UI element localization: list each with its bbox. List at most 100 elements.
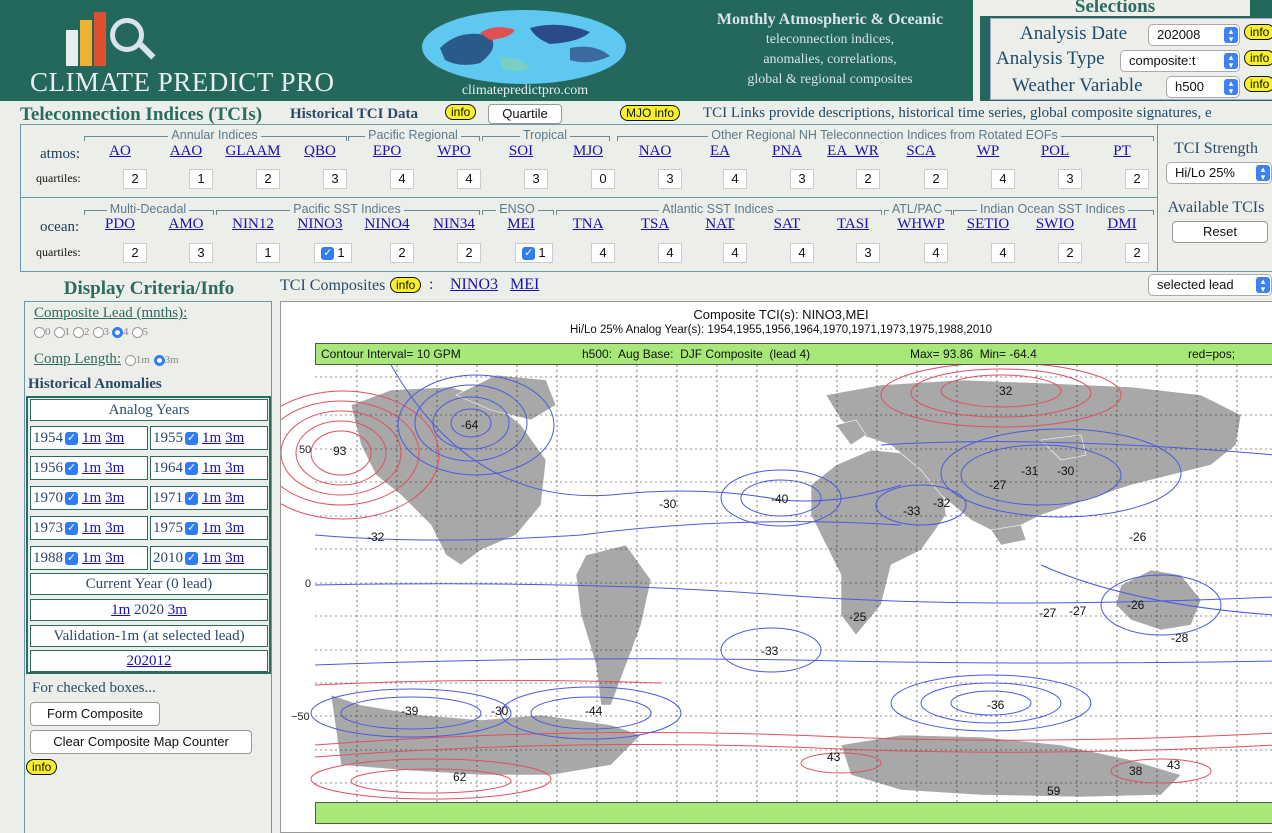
form-composite-button[interactable]: Form Composite xyxy=(30,702,160,726)
lead-radio-5[interactable]: 5 xyxy=(131,326,148,338)
atmos-index-soi[interactable]: SOI xyxy=(491,143,551,160)
ocean-quartile-mei[interactable]: ✓ 1 xyxy=(515,243,553,263)
analog-checkbox-icon[interactable]: ✓ xyxy=(65,552,78,566)
analog-1m-link[interactable]: 1m xyxy=(82,520,101,536)
checkbox-icon[interactable]: ✓ xyxy=(522,247,536,261)
atmos-index-nao[interactable]: NAO xyxy=(625,143,685,160)
atmos-index-pna[interactable]: PNA xyxy=(757,143,817,160)
weather-variable-select[interactable]: h500 ▴ ▾ xyxy=(1166,76,1240,98)
analog-checkbox-icon[interactable]: ✓ xyxy=(65,432,78,446)
composites-info-button[interactable]: info xyxy=(390,277,422,293)
atmos-index-wpo[interactable]: WPO xyxy=(424,143,484,160)
ocean-quartile-nino3[interactable]: ✓ 1 xyxy=(314,243,352,263)
analog-3m-link[interactable]: 3m xyxy=(105,490,124,506)
analog-1m-link[interactable]: 1m xyxy=(202,490,221,506)
weather-variable-info[interactable]: info xyxy=(1244,76,1272,92)
lead-select[interactable]: selected lead ▴ ▾ xyxy=(1148,274,1272,296)
lead-radio-2[interactable]: 2 xyxy=(73,326,90,338)
analog-year-1970: 1970 ✓ 1m 3m xyxy=(30,486,148,510)
ocean-index-tsa[interactable]: TSA xyxy=(625,216,685,233)
ocean-index-nino4[interactable]: NINO4 xyxy=(357,216,417,233)
atmos-index-ao[interactable]: AO xyxy=(90,143,150,160)
atmos-index-pt[interactable]: PT xyxy=(1092,143,1152,160)
analog-1m-link[interactable]: 1m xyxy=(202,460,221,476)
analog-checkbox-icon[interactable]: ✓ xyxy=(65,462,78,476)
analog-3m-link[interactable]: 3m xyxy=(105,430,124,446)
atmos-index-wp[interactable]: WP xyxy=(958,143,1018,160)
analog-1m-link[interactable]: 1m xyxy=(202,550,221,566)
analog-checkbox-icon[interactable]: ✓ xyxy=(185,522,198,536)
lead-radio-1[interactable]: 1 xyxy=(53,326,70,338)
ocean-index-tna[interactable]: TNA xyxy=(558,216,618,233)
ocean-quartile-amo: 3 xyxy=(189,243,213,263)
historical-anomalies-title: Historical Anomalies xyxy=(28,376,162,392)
analog-checkbox-icon[interactable]: ✓ xyxy=(185,552,198,566)
mjo-info-button[interactable]: MJO info xyxy=(620,105,681,121)
composite-link-mei[interactable]: MEI xyxy=(510,276,539,294)
quartile-button[interactable]: Quartile xyxy=(488,104,562,124)
display-info-button[interactable]: info xyxy=(26,759,58,775)
analysis-type-select[interactable]: composite:t ▴ ▾ xyxy=(1120,50,1240,72)
ocean-index-swio[interactable]: SWIO xyxy=(1025,216,1085,233)
analog-1m-link[interactable]: 1m xyxy=(82,430,101,446)
atmos-index-ea[interactable]: EA xyxy=(690,143,750,160)
atmos-index-mjo[interactable]: MJO xyxy=(558,143,618,160)
analog-1m-link[interactable]: 1m xyxy=(202,430,221,446)
atmos-index-ea_wr[interactable]: EA_WR xyxy=(823,143,883,160)
ocean-index-nat[interactable]: NAT xyxy=(690,216,750,233)
analog-1m-link[interactable]: 1m xyxy=(82,460,101,476)
tci-strength-select[interactable]: Hi/Lo 25% ▴ ▾ xyxy=(1166,162,1272,184)
atmos-index-pol[interactable]: POL xyxy=(1025,143,1085,160)
current-3m-link[interactable]: 3m xyxy=(168,602,187,618)
atmos-index-epo[interactable]: EPO xyxy=(357,143,417,160)
atmos-index-qbo[interactable]: QBO xyxy=(290,143,350,160)
ocean-index-setio[interactable]: SETIO xyxy=(958,216,1018,233)
reset-button[interactable]: Reset xyxy=(1172,221,1268,243)
analog-1m-link[interactable]: 1m xyxy=(82,550,101,566)
analog-checkbox-icon[interactable]: ✓ xyxy=(185,432,198,446)
analog-3m-link[interactable]: 3m xyxy=(225,430,244,446)
lead-radio-0[interactable]: 0 xyxy=(34,326,51,338)
analog-checkbox-icon[interactable]: ✓ xyxy=(65,492,78,506)
analog-checkbox-icon[interactable]: ✓ xyxy=(185,492,198,506)
ocean-index-nino3[interactable]: NINO3 xyxy=(290,216,350,233)
historical-tci-info[interactable]: info xyxy=(445,104,477,120)
validation-link[interactable]: 202012 xyxy=(127,653,172,669)
comp-radio-1m[interactable]: 1m xyxy=(124,354,150,366)
ocean-index-pdo[interactable]: PDO xyxy=(90,216,150,233)
comp-radio-3m[interactable]: 3m xyxy=(153,354,179,366)
analysis-type-info[interactable]: info xyxy=(1244,50,1272,66)
composite-link-nino3[interactable]: NINO3 xyxy=(450,276,498,294)
ocean-index-tasi[interactable]: TASI xyxy=(823,216,883,233)
analog-3m-link[interactable]: 3m xyxy=(225,460,244,476)
analog-checkbox-icon[interactable]: ✓ xyxy=(65,522,78,536)
composite-lead-label[interactable]: Composite Lead (mnths): xyxy=(34,305,187,322)
analog-1m-link[interactable]: 1m xyxy=(82,490,101,506)
atmos-index-aao[interactable]: AAO xyxy=(156,143,216,160)
analysis-date-select[interactable]: 202008 ▴ ▾ xyxy=(1148,24,1240,46)
lead-radio-4[interactable]: 4 xyxy=(112,326,129,338)
ocean-index-nin34[interactable]: NIN34 xyxy=(424,216,484,233)
comp-length-label[interactable]: Comp Length: xyxy=(34,351,121,367)
analog-3m-link[interactable]: 3m xyxy=(225,550,244,566)
atmos-index-glaam[interactable]: GLAAM xyxy=(223,143,283,160)
analysis-date-info[interactable]: info xyxy=(1244,24,1272,40)
ocean-index-nin12[interactable]: NIN12 xyxy=(223,216,283,233)
ocean-index-whwp[interactable]: WHWP xyxy=(891,216,951,233)
analog-checkbox-icon[interactable]: ✓ xyxy=(185,462,198,476)
lead-radio-3[interactable]: 3 xyxy=(92,326,109,338)
analog-3m-link[interactable]: 3m xyxy=(225,490,244,506)
ocean-index-dmi[interactable]: DMI xyxy=(1092,216,1152,233)
analog-3m-link[interactable]: 3m xyxy=(105,550,124,566)
ocean-index-amo[interactable]: AMO xyxy=(156,216,216,233)
current-1m-link[interactable]: 1m xyxy=(111,602,130,618)
ocean-index-sat[interactable]: SAT xyxy=(757,216,817,233)
analog-1m-link[interactable]: 1m xyxy=(202,520,221,536)
ocean-index-mei[interactable]: MEI xyxy=(491,216,551,233)
clear-composite-button[interactable]: Clear Composite Map Counter xyxy=(30,730,252,754)
atmos-index-sca[interactable]: SCA xyxy=(891,143,951,160)
analog-3m-link[interactable]: 3m xyxy=(105,460,124,476)
analog-3m-link[interactable]: 3m xyxy=(225,520,244,536)
analog-3m-link[interactable]: 3m xyxy=(105,520,124,536)
checkbox-icon[interactable]: ✓ xyxy=(321,247,335,261)
